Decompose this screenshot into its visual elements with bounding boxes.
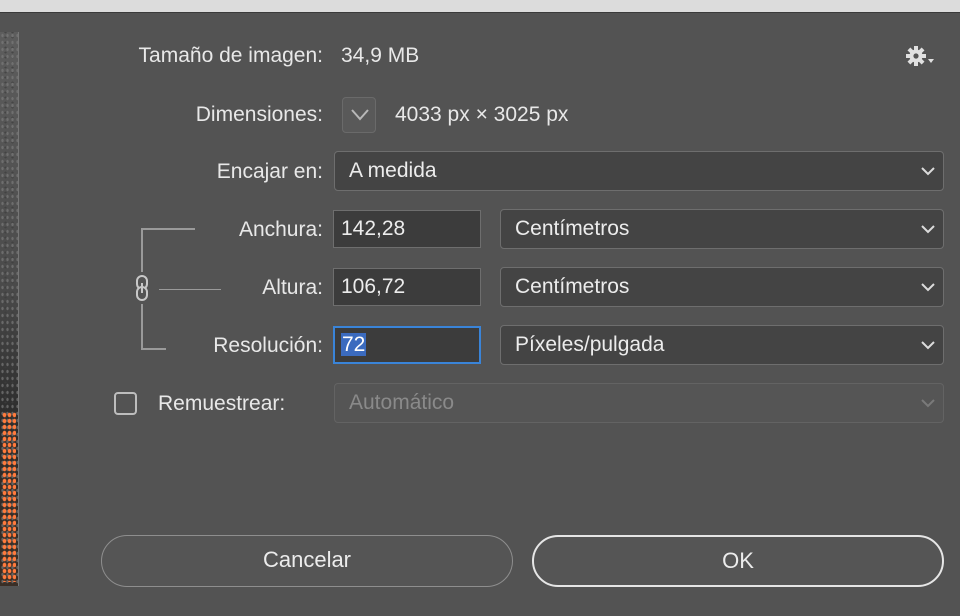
chevron-down-icon	[921, 399, 935, 408]
resample-method-select: Automático	[334, 383, 944, 423]
cancel-button[interactable]: Cancelar	[101, 535, 513, 587]
height-unit-value: Centímetros	[515, 275, 630, 298]
resolution-unit-select[interactable]: Píxeles/pulgada	[500, 325, 944, 365]
image-preview	[0, 32, 19, 586]
resolution-input[interactable]: 72	[333, 326, 481, 364]
constrain-bracket-mid	[159, 289, 221, 290]
fit-to-label: Encajar en:	[216, 160, 323, 183]
constrain-bracket-top	[141, 228, 195, 272]
link-icon[interactable]	[133, 274, 151, 302]
width-input[interactable]: 142,28	[333, 210, 481, 248]
height-label: Altura:	[262, 276, 323, 299]
constrain-bracket-bottom	[141, 304, 166, 350]
height-unit-select[interactable]: Centímetros	[500, 267, 944, 307]
width-unit-value: Centímetros	[515, 217, 630, 240]
resolution-unit-value: Píxeles/pulgada	[515, 333, 665, 356]
chevron-down-icon	[351, 109, 369, 121]
width-unit-select[interactable]: Centímetros	[500, 209, 944, 249]
image-size-label: Tamaño de imagen:	[138, 44, 323, 67]
chevron-down-icon	[921, 167, 935, 176]
fit-to-value: A medida	[349, 159, 437, 182]
chevron-down-icon	[921, 225, 935, 234]
dimensions-unit-toggle[interactable]	[342, 97, 376, 133]
resample-label: Remuestrear:	[158, 392, 286, 415]
resolution-label: Resolución:	[213, 334, 323, 357]
chevron-down-icon	[921, 283, 935, 292]
ok-button[interactable]: OK	[532, 535, 944, 587]
width-label: Anchura:	[238, 218, 323, 241]
resample-method-value: Automático	[349, 391, 455, 414]
title-bar	[0, 0, 960, 13]
height-value: 106,72	[341, 275, 406, 298]
image-size-value: 34,9 MB	[341, 44, 420, 67]
width-value: 142,28	[341, 217, 406, 240]
height-input[interactable]: 106,72	[333, 268, 481, 306]
resample-checkbox[interactable]	[114, 392, 137, 415]
chevron-down-icon	[921, 341, 935, 350]
gear-icon[interactable]	[905, 44, 935, 68]
dimensions-label: Dimensiones:	[195, 103, 323, 126]
resolution-value: 72	[341, 333, 367, 356]
fit-to-select[interactable]: A medida	[334, 151, 944, 191]
preview-lights	[2, 412, 16, 582]
dimensions-value: 4033 px × 3025 px	[395, 103, 569, 126]
